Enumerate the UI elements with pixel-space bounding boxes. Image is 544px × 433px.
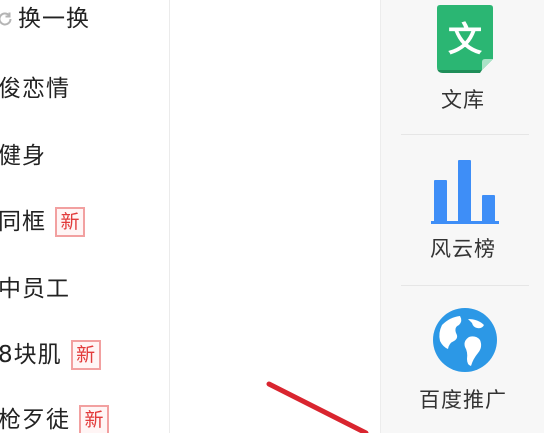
app-fengyunbang[interactable]: 风云榜: [381, 135, 544, 285]
list-item[interactable]: 中员工: [0, 269, 70, 309]
list-item[interactable]: 8块肌 新: [0, 335, 101, 375]
new-badge: 新: [55, 207, 85, 237]
list-item[interactable]: 健身: [0, 136, 46, 176]
app-label: 百度推广: [419, 388, 507, 412]
wenku-document-icon: 文: [434, 4, 498, 73]
list-item[interactable]: 俊恋情: [0, 69, 70, 109]
app-baidu-tuiguang[interactable]: 百度推广: [381, 286, 544, 433]
svg-text:文: 文: [448, 20, 482, 60]
list-item-label: 俊恋情: [0, 76, 70, 102]
globe-icon: [432, 307, 498, 373]
list-item-label: 8块肌: [0, 342, 62, 368]
refresh-label: 换一换: [18, 6, 90, 32]
new-badge: 新: [79, 405, 109, 433]
refresh-icon: [0, 10, 14, 28]
list-item-label: 中员工: [0, 276, 70, 302]
list-item[interactable]: 枪歹徒 新: [0, 400, 109, 433]
hot-search-list: 换一换 俊恋情 健身 同框 新 中员工 8块肌 新 枪歹徒 新: [0, 0, 169, 433]
page: 换一换 俊恋情 健身 同框 新 中员工 8块肌 新 枪歹徒 新 文 文库 风云榜…: [0, 0, 544, 433]
bar-chart-icon: [431, 157, 499, 225]
app-wenku[interactable]: 文 文库: [381, 0, 544, 134]
product-sidebar: 文 文库 风云榜 百度推广: [380, 0, 544, 433]
list-item-label: 健身: [0, 143, 46, 169]
app-label: 风云榜: [430, 237, 496, 261]
list-item-label: 枪歹徒: [0, 407, 70, 433]
list-item[interactable]: 同框 新: [0, 202, 85, 242]
new-badge: 新: [70, 340, 101, 370]
refresh-button[interactable]: 换一换: [0, 3, 90, 35]
list-item-label: 同框: [0, 209, 46, 235]
app-label: 文库: [441, 88, 485, 112]
blank-content-area: [170, 0, 380, 433]
